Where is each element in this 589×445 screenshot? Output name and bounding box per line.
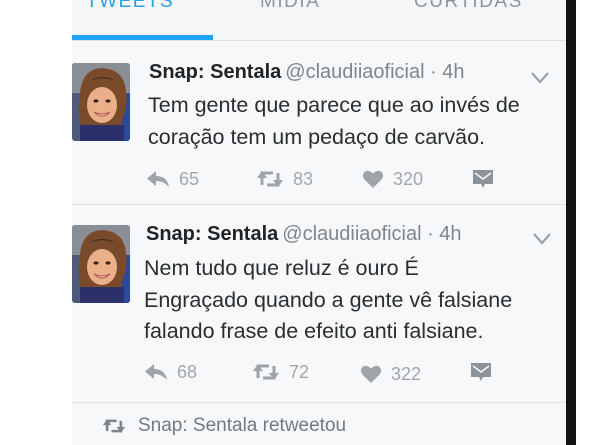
retweet-count: 83 <box>293 168 314 189</box>
chevron-down-icon[interactable] <box>530 71 550 85</box>
twitter-profile-screen: TWEETS MÍDIA CURTIDAS Snap: Sentala @clau… <box>72 0 568 445</box>
retweet-notice: Snap: Sentala retweetou <box>102 412 346 440</box>
author-handle-timestamp[interactable]: @claudiiaoficial · 4h <box>282 223 461 245</box>
dm-icon <box>471 363 491 381</box>
tweet-header: Snap: Sentala @claudiiaoficial · 4h <box>146 223 462 246</box>
retweet-icon <box>257 171 283 187</box>
tweet-text: Tem gente que parece que ao invés de cor… <box>148 90 520 153</box>
reply-icon <box>145 364 167 380</box>
reply-count: 68 <box>177 361 198 382</box>
profile-tab-bar: TWEETS MÍDIA CURTIDAS <box>72 0 568 41</box>
active-tab-indicator <box>72 35 213 40</box>
heart-icon <box>360 365 382 383</box>
reply-icon <box>147 171 169 187</box>
retweet-icon <box>102 419 126 433</box>
dm-icon <box>473 170 493 188</box>
tweet-header: Snap: Sentala @claudiiaoficial · 4h <box>149 61 465 84</box>
tweet-item[interactable]: Snap: Sentala @claudiiaoficial · 4h Nem t… <box>72 205 568 403</box>
like-count: 320 <box>393 168 424 189</box>
avatar[interactable] <box>72 225 130 303</box>
like-button[interactable]: 322 <box>360 362 421 386</box>
avatar[interactable] <box>72 63 130 141</box>
tweet-text-line: Nem tudo que reluz é ouro É <box>144 256 419 280</box>
avatar-photo <box>72 225 130 303</box>
tweet-text-line: Engraçado quando a gente vê falsiane <box>144 287 513 312</box>
author-name[interactable]: Snap: Sentala <box>146 223 278 245</box>
retweet-button[interactable]: 83 <box>256 167 313 191</box>
reply-button[interactable]: 65 <box>146 167 199 191</box>
like-button[interactable]: 320 <box>362 167 423 191</box>
tweet-item[interactable]: Snap: Sentala @claudiiaoficial · 4h Tem g… <box>72 41 568 205</box>
tab-tweets[interactable]: TWEETS <box>86 0 174 13</box>
device-bezel <box>566 0 576 445</box>
author-handle-timestamp[interactable]: @claudiiaoficial · 4h <box>285 61 464 83</box>
heart-icon <box>362 170 384 188</box>
tweet-text: Nem tudo que reluz é ouro É Engraçado qu… <box>144 253 512 348</box>
tweet-text-line: Tem gente que parece que ao invés de <box>148 93 520 117</box>
tweet-text-line: coração tem um pedaço de carvão. <box>148 124 486 149</box>
reply-count: 65 <box>179 168 200 189</box>
author-name[interactable]: Snap: Sentala <box>149 61 281 83</box>
like-count: 322 <box>391 363 422 384</box>
direct-message-button[interactable] <box>470 360 492 384</box>
retweet-notice-text[interactable]: Snap: Sentala retweetou <box>138 415 346 437</box>
avatar-photo <box>72 63 130 141</box>
chevron-down-icon[interactable] <box>532 232 552 246</box>
tab-media[interactable]: MÍDIA <box>260 0 320 13</box>
tab-likes[interactable]: CURTIDAS <box>414 0 523 13</box>
retweet-count: 72 <box>289 361 310 382</box>
retweet-icon <box>253 364 279 380</box>
tweet-text-line: falando frase de efeito anti falsiane. <box>144 319 484 343</box>
reply-button[interactable]: 68 <box>144 360 197 384</box>
direct-message-button[interactable] <box>472 167 494 191</box>
retweet-button[interactable]: 72 <box>252 360 309 384</box>
